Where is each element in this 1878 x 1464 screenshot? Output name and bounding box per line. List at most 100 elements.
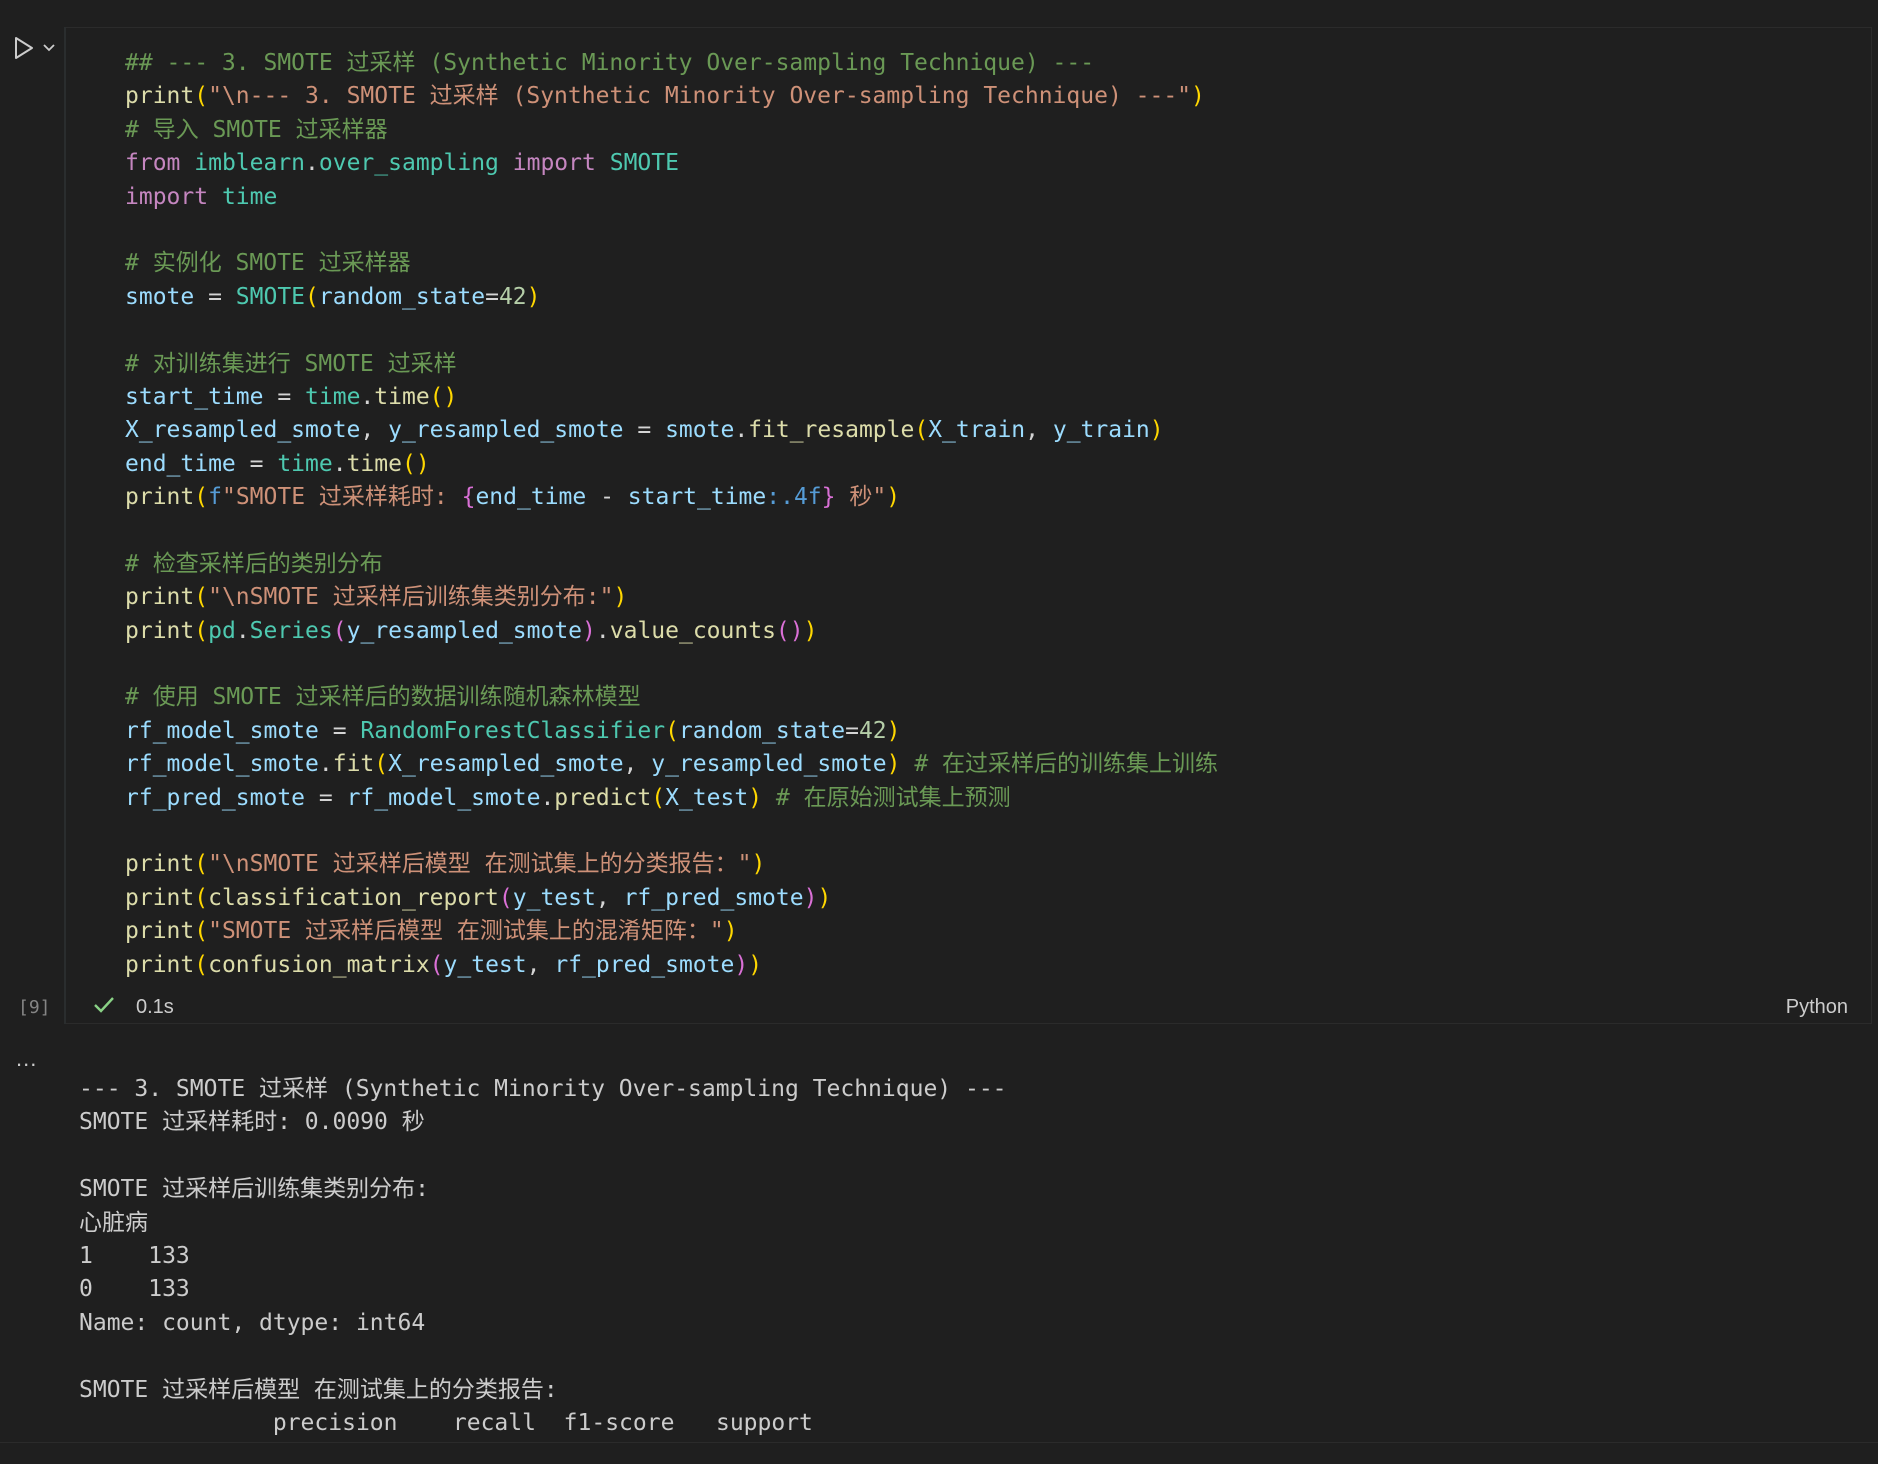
execution-duration: 0.1s: [136, 996, 174, 1018]
code-token: =: [845, 717, 859, 744]
code-line[interactable]: X_resampled_smote, y_resampled_smote = s…: [125, 414, 1218, 447]
code-token: smote: [665, 417, 735, 444]
code-token: print: [125, 617, 195, 644]
code-token: y_test: [512, 884, 596, 911]
language-selector[interactable]: Python: [1786, 996, 1848, 1019]
code-token: =: [318, 717, 361, 744]
code-line[interactable]: start_time = time.time(): [125, 381, 1218, 414]
code-line[interactable]: print(f"SMOTE 过采样耗时: {end_time - start_t…: [125, 481, 1218, 514]
code-line[interactable]: [125, 314, 1218, 347]
code-token: =: [485, 283, 499, 310]
code-token: (: [194, 584, 209, 611]
cell-output: --- 3. SMOTE 过采样 (Synthetic Minority Ove…: [79, 1073, 1007, 1440]
code-token: Series: [249, 617, 333, 644]
bottom-bar: [0, 1442, 1878, 1464]
code-token: SMOTE: [609, 150, 679, 177]
code-line[interactable]: print(pd.Series(y_resampled_smote).value…: [125, 615, 1218, 648]
code-token: .: [540, 784, 555, 811]
code-line[interactable]: # 使用 SMOTE 过采样后的数据训练随机森林模型: [125, 681, 1218, 714]
output-line: --- 3. SMOTE 过采样 (Synthetic Minority Ove…: [79, 1076, 1007, 1102]
play-icon: [15, 37, 33, 59]
code-token: (: [194, 83, 209, 110]
code-token: confusion_matrix: [208, 951, 430, 978]
code-line[interactable]: print("\n--- 3. SMOTE 过采样 (Synthetic Min…: [125, 80, 1218, 113]
code-token: time: [374, 383, 430, 410]
code-token: rf_pred_smote: [554, 951, 735, 978]
output-more-actions[interactable]: ...: [16, 1046, 37, 1072]
code-token: (: [194, 918, 209, 945]
code-token: "\nSMOTE 过采样后训练集类别分布:": [208, 584, 614, 611]
code-token: value_counts: [609, 617, 776, 644]
code-token: end_time: [475, 484, 587, 511]
code-token: # 在过采样后的训练集上训练: [900, 751, 1219, 778]
code-line[interactable]: from imblearn.over_sampling import SMOTE: [125, 147, 1218, 180]
code-token: start_time: [125, 383, 264, 410]
code-token: print: [125, 484, 195, 511]
output-line: SMOTE 过采样耗时: 0.0090 秒: [79, 1109, 425, 1136]
code-line[interactable]: print("\nSMOTE 过采样后模型 在测试集上的分类报告："): [125, 848, 1218, 881]
code-token: y_train: [1052, 417, 1150, 444]
code-token: classification_report: [208, 884, 499, 911]
code-line[interactable]: print("\nSMOTE 过采样后训练集类别分布:"): [125, 581, 1218, 614]
code-token: time: [305, 383, 361, 410]
code-editor[interactable]: ## --- 3. SMOTE 过采样 (Synthetic Minority …: [125, 47, 1218, 982]
code-token: end_time: [125, 450, 236, 477]
code-token: f: [208, 484, 222, 511]
code-line[interactable]: rf_model_smote = RandomForestClassifier(…: [125, 715, 1218, 748]
code-token: print: [125, 584, 195, 611]
code-token: # 对训练集进行 SMOTE 过采样: [125, 350, 457, 377]
code-line[interactable]: # 对训练集进行 SMOTE 过采样: [125, 348, 1218, 381]
code-line[interactable]: ## --- 3. SMOTE 过采样 (Synthetic Minority …: [125, 47, 1218, 80]
code-line[interactable]: # 检查采样后的类别分布: [125, 548, 1218, 581]
output-line: SMOTE 过采样后训练集类别分布:: [79, 1176, 429, 1203]
code-token: ): [582, 617, 596, 644]
code-token: (: [305, 283, 319, 310]
code-token: ): [803, 617, 818, 644]
code-line[interactable]: print("SMOTE 过采样后模型 在测试集上的混淆矩阵："): [125, 915, 1218, 948]
code-token: (: [429, 951, 444, 978]
code-token: rf_model_smote: [346, 784, 541, 811]
code-token: X_test: [665, 784, 749, 811]
code-line[interactable]: [125, 214, 1218, 247]
code-line[interactable]: end_time = time.time(): [125, 448, 1218, 481]
code-line[interactable]: smote = SMOTE(random_state=42): [125, 281, 1218, 314]
code-line[interactable]: # 实例化 SMOTE 过采样器: [125, 247, 1218, 280]
code-line[interactable]: [125, 648, 1218, 681]
code-token: (: [332, 617, 347, 644]
code-line[interactable]: print(confusion_matrix(y_test, rf_pred_s…: [125, 949, 1218, 982]
code-token: "\n--- 3. SMOTE 过采样 (Synthetic Minority …: [208, 83, 1192, 110]
code-token: (): [429, 383, 458, 410]
code-line[interactable]: print(classification_report(y_test, rf_p…: [125, 882, 1218, 915]
code-token: ): [734, 951, 749, 978]
output-line: 心脏病: [79, 1209, 148, 1236]
output-line: SMOTE 过采样后模型 在测试集上的分类报告:: [79, 1376, 558, 1403]
code-line[interactable]: [125, 514, 1218, 547]
code-token: y_test: [443, 951, 527, 978]
code-token: print: [125, 884, 195, 911]
code-token: fit: [332, 751, 375, 778]
code-token: 42: [858, 717, 887, 744]
code-token: pd: [208, 617, 236, 644]
code-token: ): [886, 484, 901, 511]
output-line: 0 133: [79, 1276, 190, 1303]
code-token: (: [665, 717, 679, 744]
code-token: # 检查采样后的类别分布: [125, 550, 383, 577]
code-token: ): [1191, 83, 1205, 110]
code-token: ): [1149, 417, 1164, 444]
code-token: RandomForestClassifier: [360, 717, 666, 744]
code-token: (: [651, 784, 666, 811]
code-line[interactable]: [125, 815, 1218, 848]
code-line[interactable]: rf_model_smote.fit(X_resampled_smote, y_…: [125, 748, 1218, 781]
code-line[interactable]: # 导入 SMOTE 过采样器: [125, 114, 1218, 147]
code-line[interactable]: rf_pred_smote = rf_model_smote.predict(X…: [125, 782, 1218, 815]
code-token: =: [235, 450, 278, 477]
code-token: rf_pred_smote: [623, 884, 804, 911]
run-cell-button[interactable]: [10, 34, 38, 62]
output-line: precision recall f1-score support: [79, 1409, 813, 1436]
code-token: (: [194, 484, 209, 511]
run-options-button[interactable]: [40, 36, 58, 60]
code-line[interactable]: import time: [125, 181, 1218, 214]
